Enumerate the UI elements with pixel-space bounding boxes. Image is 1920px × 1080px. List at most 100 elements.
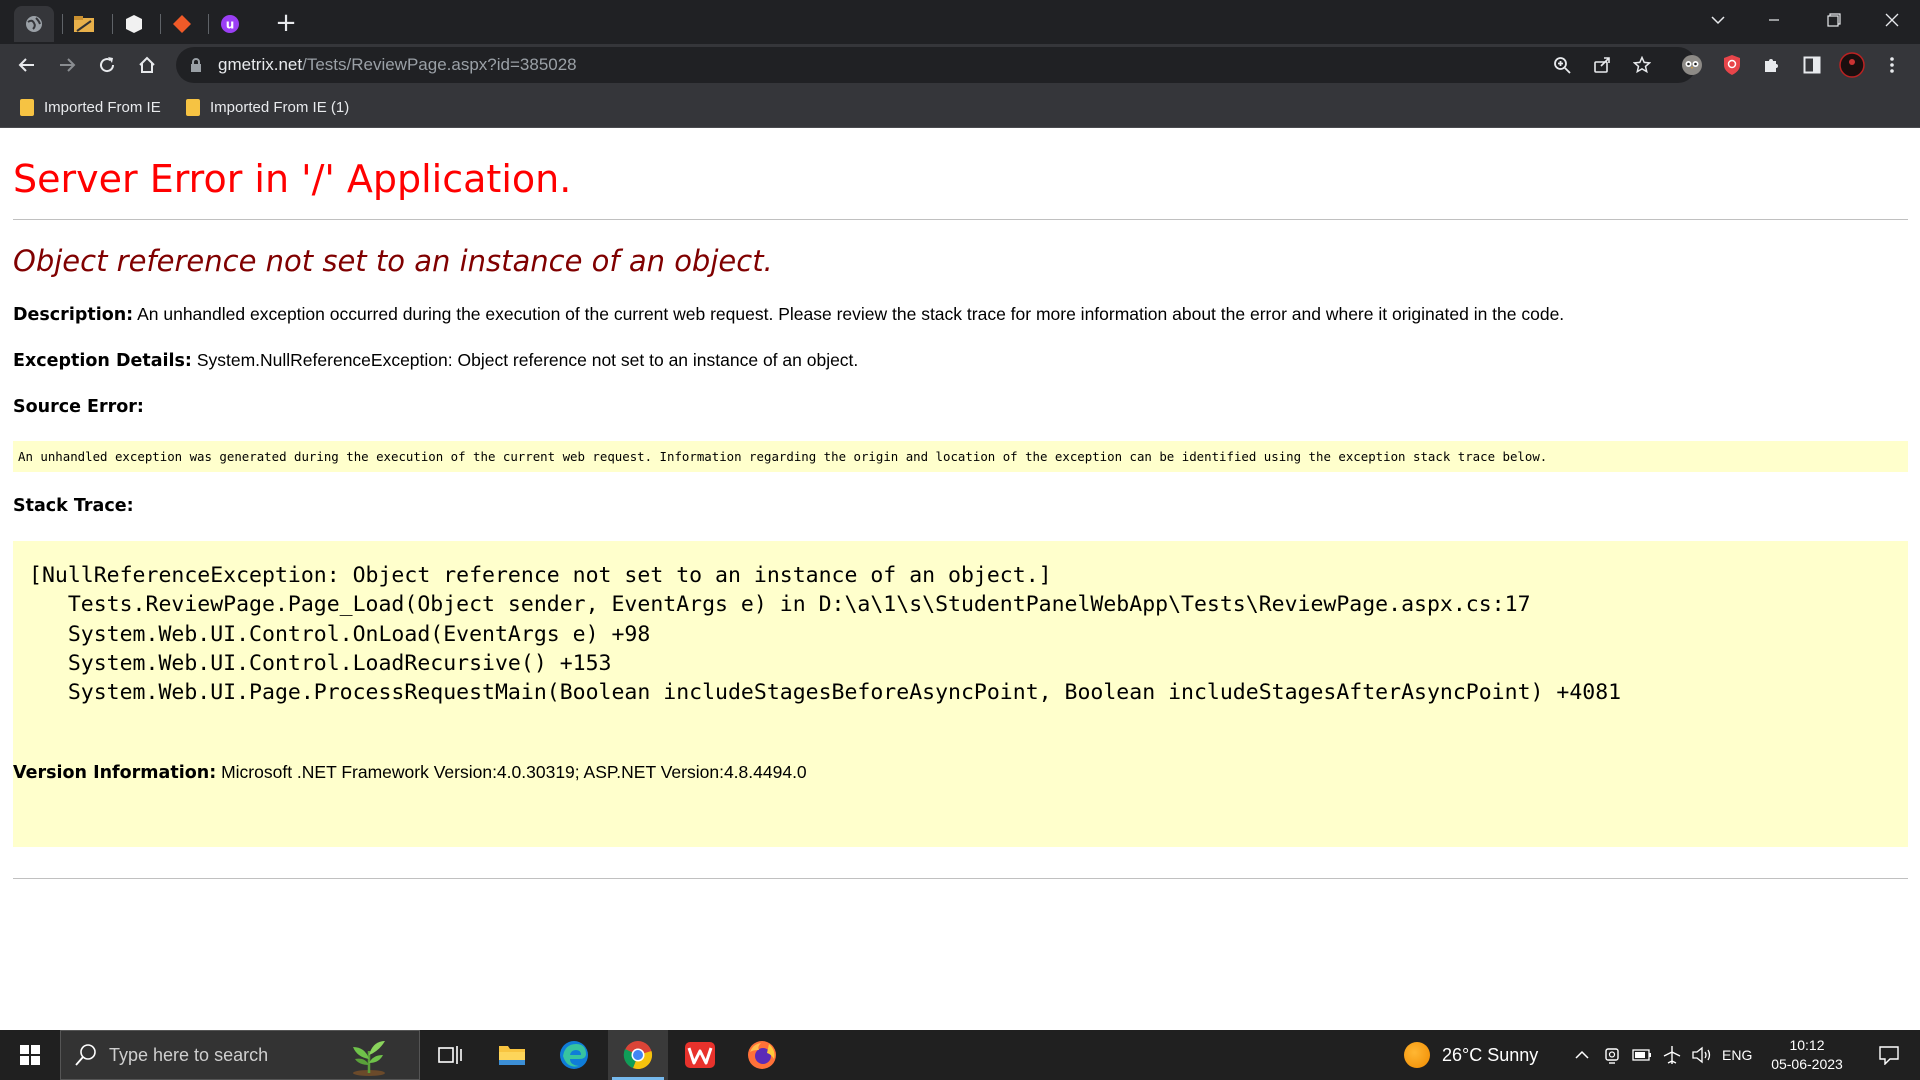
extension-owl-button[interactable] (1676, 49, 1708, 81)
search-icon (75, 1044, 96, 1066)
folder-icon (20, 98, 34, 116)
taskbar-edge[interactable] (544, 1030, 604, 1080)
show-hidden-icons-button[interactable] (1568, 1030, 1596, 1080)
new-tab-button[interactable]: + (270, 8, 302, 40)
taskbar-search-box[interactable]: Type here to search (60, 1030, 420, 1080)
taskbar: Type here to search 26°C Sunny ENG 10:12 (0, 1030, 1920, 1080)
reload-button[interactable] (91, 49, 123, 81)
home-icon (139, 56, 155, 73)
puzzle-icon (1765, 59, 1778, 72)
taskbar-firefox[interactable] (732, 1030, 792, 1080)
extensions-button[interactable] (1756, 49, 1788, 81)
notification-center-button[interactable] (1864, 1030, 1914, 1080)
side-panel-icon (1803, 56, 1821, 74)
address-bar[interactable]: gmetrix.net/Tests/ReviewPage.aspx?id=385… (176, 47, 1696, 83)
owl-extension-icon (1682, 55, 1702, 75)
firefox-icon (748, 1041, 776, 1069)
divider (13, 878, 1908, 879)
forward-button[interactable] (51, 49, 83, 81)
error-message: Object reference not set to an instance … (13, 244, 773, 278)
input-language-indicator[interactable]: ENG (1722, 1030, 1752, 1080)
tray-airplane-mode[interactable] (1658, 1030, 1686, 1080)
bookmark-star-button[interactable] (1628, 51, 1656, 79)
tab-3[interactable] (114, 6, 154, 42)
tray-volume[interactable] (1688, 1030, 1716, 1080)
wps-icon (685, 1042, 715, 1068)
stack-trace-line: System.Web.UI.Page.ProcessRequestMain(Bo… (29, 680, 1622, 706)
search-placeholder: Type here to search (109, 1045, 269, 1065)
airplane-icon (1663, 1046, 1681, 1064)
minimize-icon (1769, 19, 1779, 21)
taskbar-clock[interactable]: 10:12 05-06-2023 (1762, 1036, 1852, 1074)
clock-date: 05-06-2023 (1771, 1056, 1843, 1072)
stack-trace-line: Tests.ReviewPage.Page_Load(Object sender… (29, 592, 1531, 618)
side-panel-button[interactable] (1796, 49, 1828, 81)
start-button[interactable] (0, 1030, 60, 1080)
chevron-down-icon (1711, 16, 1725, 25)
chrome-icon (623, 1041, 653, 1069)
profile-button[interactable] (1836, 49, 1868, 81)
tray-meet-now[interactable] (1598, 1030, 1626, 1080)
exception-details-text: System.NullReferenceException: Object re… (196, 350, 859, 370)
tab-search-button[interactable] (1690, 0, 1746, 40)
close-icon (1885, 13, 1899, 27)
description-paragraph: Description: An unhandled exception occu… (13, 304, 1564, 325)
tab-separator (112, 14, 113, 34)
u-badge-icon: u (221, 15, 239, 33)
weather-text: 26°C Sunny (1442, 1044, 1539, 1065)
minimize-button[interactable] (1746, 0, 1802, 40)
browser-tab-strip: u + (0, 0, 1920, 44)
zoom-button[interactable] (1548, 51, 1576, 79)
stack-trace-heading: Stack Trace: (13, 495, 134, 516)
bookmark-folder-imported-ie-1[interactable]: Imported From IE (1) (180, 94, 349, 120)
page-content: Server Error in '/' Application. Object … (0, 128, 1920, 1030)
share-icon (1594, 57, 1610, 73)
chevron-up-icon (1575, 1050, 1589, 1059)
close-button[interactable] (1864, 0, 1920, 40)
folder-icon (186, 98, 200, 116)
restore-icon (1827, 13, 1841, 27)
arrow-left-icon (18, 58, 34, 72)
diamond-icon (173, 15, 191, 33)
browser-menu-button[interactable] (1876, 49, 1908, 81)
home-button[interactable] (131, 49, 163, 81)
globe-icon (26, 16, 42, 32)
source-error-heading: Source Error: (13, 396, 144, 417)
cube-icon (126, 15, 142, 33)
zoom-icon (1554, 57, 1571, 74)
version-info-text: Microsoft .NET Framework Version:4.0.303… (221, 762, 807, 782)
source-error-box: An unhandled exception was generated dur… (13, 441, 1908, 472)
taskbar-file-explorer[interactable] (482, 1030, 542, 1080)
restore-button[interactable] (1806, 0, 1862, 40)
plant-icon (353, 1041, 385, 1076)
sun-icon (1404, 1042, 1430, 1068)
tray-battery[interactable] (1628, 1030, 1656, 1080)
description-label: Description: (13, 305, 134, 325)
url-text[interactable]: gmetrix.net/Tests/ReviewPage.aspx?id=385… (218, 47, 577, 83)
share-button[interactable] (1588, 51, 1616, 79)
shield-icon (1724, 55, 1740, 75)
extension-shield-button[interactable] (1716, 49, 1748, 81)
weather-widget[interactable]: 26°C Sunny (1404, 1030, 1538, 1080)
tab-separator (160, 14, 161, 34)
lock-icon[interactable] (190, 58, 202, 72)
kebab-menu-icon (1890, 57, 1894, 73)
back-button[interactable] (11, 49, 43, 81)
taskbar-wps[interactable] (670, 1030, 730, 1080)
stack-trace-text: [NullReferenceException: Object referenc… (29, 561, 1621, 707)
edge-icon (560, 1041, 588, 1069)
bookmark-label: Imported From IE (44, 98, 161, 116)
tab-4[interactable] (162, 6, 202, 42)
tab-5[interactable]: u (210, 6, 250, 42)
tab-current[interactable] (14, 6, 54, 42)
stack-trace-line: System.Web.UI.Control.LoadRecursive() +1… (29, 650, 612, 676)
version-info-label: Version Information: (13, 763, 217, 783)
windows-logo-icon (20, 1045, 40, 1065)
tab-2[interactable] (64, 6, 104, 42)
browser-toolbar: gmetrix.net/Tests/ReviewPage.aspx?id=385… (0, 44, 1920, 86)
notification-icon (1879, 1046, 1899, 1065)
bookmark-folder-imported-ie[interactable]: Imported From IE (14, 94, 161, 120)
taskbar-task-view[interactable] (420, 1030, 480, 1080)
exception-details-paragraph: Exception Details: System.NullReferenceE… (13, 350, 858, 371)
taskbar-chrome[interactable] (608, 1030, 668, 1080)
